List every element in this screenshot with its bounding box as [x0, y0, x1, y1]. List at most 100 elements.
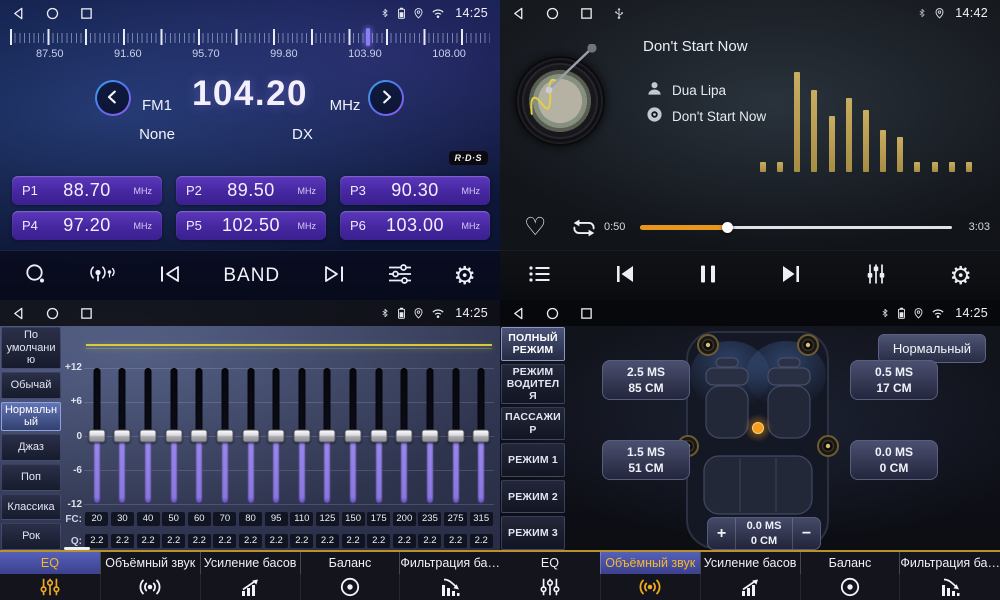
seek-bar[interactable] — [640, 226, 952, 229]
tab-filter[interactable]: Фильтрация ба… — [399, 552, 500, 600]
eq-slider-thumb[interactable] — [370, 430, 387, 443]
playlist-button[interactable] — [528, 264, 552, 287]
settings-button[interactable]: ⚙ — [950, 263, 972, 288]
eq-slider-thumb[interactable] — [447, 430, 464, 443]
rear-right-delay[interactable]: 0.0 MS 0 CM — [850, 440, 938, 480]
eq-band-slider[interactable] — [472, 368, 490, 504]
broadcast-button[interactable] — [88, 262, 116, 289]
previous-track-button[interactable] — [613, 263, 637, 288]
radio-preset-button[interactable]: P390.30MHz — [340, 176, 490, 205]
eq-band-slider[interactable] — [165, 368, 183, 504]
settings-button[interactable]: ⚙ — [454, 263, 476, 288]
eq-slider-thumb[interactable] — [114, 430, 131, 443]
radio-preset-button[interactable]: P188.70MHz — [12, 176, 162, 205]
eq-band-slider[interactable] — [88, 368, 106, 504]
home-icon[interactable] — [546, 7, 580, 20]
decrease-delay-button[interactable]: − — [793, 518, 820, 549]
eq-slider-thumb[interactable] — [345, 430, 362, 443]
eq-slider-thumb[interactable] — [191, 430, 208, 443]
eq-preset-item[interactable]: Классика — [1, 494, 61, 521]
next-track-button[interactable] — [779, 263, 803, 288]
pause-button[interactable] — [698, 263, 718, 288]
listening-mode-item[interactable]: РЕЖИМ 3 — [501, 516, 565, 550]
eq-band-slider[interactable] — [139, 368, 157, 504]
favorite-button[interactable]: ♡ — [524, 214, 546, 239]
eq-slider-thumb[interactable] — [421, 430, 438, 443]
home-icon[interactable] — [46, 307, 80, 320]
front-right-delay[interactable]: 0.5 MS 17 CM — [850, 360, 938, 400]
radio-preset-button[interactable]: P5102.50MHz — [176, 211, 326, 240]
radio-preset-button[interactable]: P497.20MHz — [12, 211, 162, 240]
eq-slider-thumb[interactable] — [88, 430, 105, 443]
dx-mode-label[interactable]: DX — [292, 126, 313, 143]
radio-preset-button[interactable]: P289.50MHz — [176, 176, 326, 205]
tab-filter[interactable]: Фильтрация ба… — [899, 552, 1000, 600]
eq-slider-thumb[interactable] — [165, 430, 182, 443]
eq-slider-thumb[interactable] — [319, 430, 336, 443]
back-icon[interactable] — [12, 307, 46, 320]
tab-balance[interactable]: Баланс — [300, 552, 400, 600]
eq-band-slider[interactable] — [421, 368, 439, 504]
scan-button[interactable] — [24, 262, 48, 289]
eq-preset-item[interactable]: Поп — [1, 464, 61, 491]
home-icon[interactable] — [46, 7, 80, 20]
eq-preset-item[interactable]: Рок — [1, 523, 61, 550]
radio-preset-button[interactable]: P6103.00MHz — [340, 211, 490, 240]
eq-preset-item[interactable]: Нормальный — [1, 402, 61, 431]
eq-slider-thumb[interactable] — [473, 430, 490, 443]
listening-mode-item[interactable]: РЕЖИМ 1 — [501, 443, 565, 477]
eq-band-slider[interactable] — [318, 368, 336, 504]
listening-mode-item[interactable]: ПОЛНЫЙ РЕЖИМ — [501, 327, 565, 361]
back-icon[interactable] — [512, 7, 546, 20]
eq-slider-thumb[interactable] — [268, 430, 285, 443]
eq-band-slider[interactable] — [447, 368, 465, 504]
eq-slider-thumb[interactable] — [140, 430, 157, 443]
home-icon[interactable] — [546, 307, 580, 320]
eq-band-slider[interactable] — [216, 368, 234, 504]
eq-slider-thumb[interactable] — [396, 430, 413, 443]
recents-icon[interactable] — [580, 7, 614, 20]
front-left-delay[interactable]: 2.5 MS 85 CM — [602, 360, 690, 400]
seek-bar-thumb[interactable] — [722, 222, 733, 233]
tab-balance[interactable]: Баланс — [800, 552, 900, 600]
eq-slider-thumb[interactable] — [216, 430, 233, 443]
recents-icon[interactable] — [80, 7, 114, 20]
frequency-scale[interactable]: 87.5091.6095.7099.80103.90108.00 — [0, 26, 500, 62]
tab-bass-boost[interactable]: Усиление басов — [200, 552, 300, 600]
band-button[interactable]: BAND — [223, 265, 280, 287]
eq-band-slider[interactable] — [293, 368, 311, 504]
eq-band-slider[interactable] — [395, 368, 413, 504]
eq-preset-item[interactable]: Обычай — [1, 372, 61, 399]
eq-band-slider[interactable] — [190, 368, 208, 504]
tab-surround-sound[interactable]: Объёмный звук — [600, 552, 700, 600]
back-icon[interactable] — [12, 7, 46, 20]
previous-station-button[interactable] — [157, 263, 183, 288]
listening-mode-item[interactable]: ПАССАЖИР — [501, 407, 565, 441]
next-station-button[interactable] — [321, 263, 347, 288]
recents-icon[interactable] — [580, 307, 614, 320]
eq-band-slider[interactable] — [370, 368, 388, 504]
sound-profile-button[interactable]: Нормальный — [878, 334, 986, 363]
increase-delay-button[interactable]: + — [708, 518, 735, 549]
recents-icon[interactable] — [80, 307, 114, 320]
tab-bass-boost[interactable]: Усиление басов — [700, 552, 800, 600]
eq-slider-thumb[interactable] — [293, 430, 310, 443]
eq-band-slider[interactable] — [113, 368, 131, 504]
eq-band-slider[interactable] — [344, 368, 362, 504]
eq-band-slider[interactable] — [267, 368, 285, 504]
back-icon[interactable] — [512, 307, 546, 320]
listening-mode-item[interactable]: РЕЖИМ ВОДИТЕЛЯ — [501, 364, 565, 404]
repeat-button[interactable] — [570, 217, 598, 242]
eq-preset-item[interactable]: Джаз — [1, 434, 61, 461]
tab-eq-sliders[interactable]: EQ — [0, 552, 100, 600]
eq-slider-thumb[interactable] — [242, 430, 259, 443]
equalizer-button[interactable] — [864, 262, 888, 289]
listening-mode-item[interactable]: РЕЖИМ 2 — [501, 480, 565, 514]
eq-preset-item[interactable]: По умолчанию — [1, 327, 61, 369]
equalizer-button[interactable] — [387, 263, 413, 288]
tab-eq-sliders[interactable]: EQ — [500, 552, 600, 600]
tab-surround-sound[interactable]: Объёмный звук — [100, 552, 200, 600]
seek-up-button[interactable] — [368, 80, 404, 116]
eq-band-slider[interactable] — [242, 368, 260, 504]
rear-left-delay[interactable]: 1.5 MS 51 CM — [602, 440, 690, 480]
